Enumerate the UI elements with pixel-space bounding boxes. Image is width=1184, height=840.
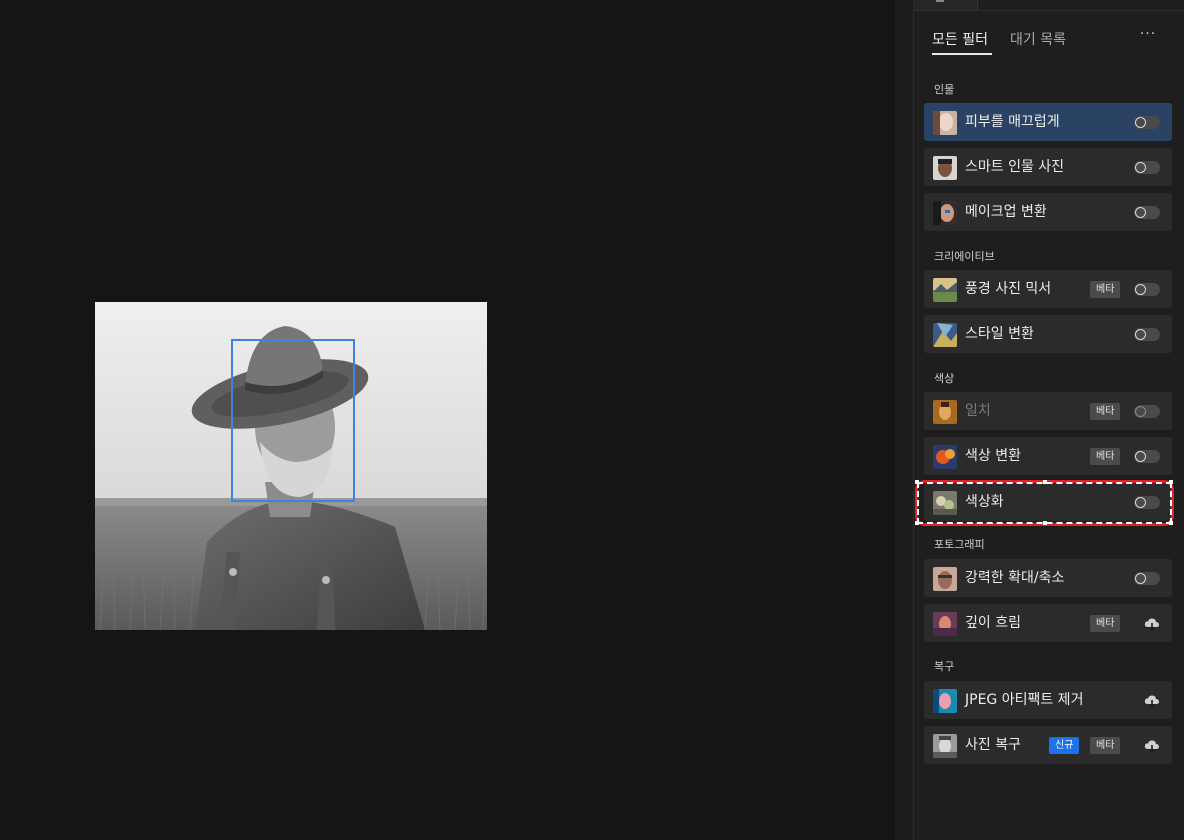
filter-row-smart-portrait[interactable]: 스마트 인물 사진 — [924, 148, 1172, 186]
marquee-handle — [1169, 521, 1173, 525]
filter-row-color-transfer[interactable]: 색상 변환 베타 — [924, 437, 1172, 475]
tab-all-filters[interactable]: 모든 필터 — [932, 31, 988, 49]
depth-blur-thumbnail — [933, 612, 957, 636]
marquee-handle — [915, 521, 919, 525]
section-label-color: 색상 — [934, 372, 955, 385]
makeup-transfer-thumbnail — [933, 201, 957, 225]
jpeg-artifacts-thumbnail — [933, 689, 957, 713]
section-label-creative: 크리에이티브 — [934, 250, 995, 263]
beta-badge: 베타 — [1090, 737, 1121, 754]
filter-row-depth-blur[interactable]: 깊이 흐림 베타 — [924, 604, 1172, 642]
smart-portrait-thumbnail — [933, 156, 957, 180]
filter-row-super-zoom[interactable]: 강력한 확대/축소 — [924, 559, 1172, 597]
panel-divider[interactable] — [895, 0, 914, 840]
filter-label: 메이크업 변환 — [965, 204, 1047, 220]
marquee-handle — [915, 480, 919, 484]
toggle-switch[interactable] — [1134, 328, 1160, 341]
new-badge: 신규 — [1049, 737, 1080, 754]
tab-active-underline — [932, 53, 992, 55]
toggle-switch[interactable] — [1134, 116, 1160, 129]
filter-label: 일치 — [965, 403, 991, 419]
section-label-portrait: 인물 — [934, 83, 955, 96]
filter-row-photo-restoration[interactable]: 사진 복구 신규 베타 — [924, 726, 1172, 764]
cloud-download-icon[interactable] — [1144, 616, 1160, 632]
skin-smoothing-thumbnail — [933, 111, 957, 135]
beta-badge: 베타 — [1090, 281, 1121, 298]
filter-label: 강력한 확대/축소 — [965, 570, 1065, 586]
filter-label: 스타일 변환 — [965, 326, 1034, 342]
style-transfer-thumbnail — [933, 323, 957, 347]
marquee-handle — [1169, 480, 1173, 484]
panel-top-tab[interactable] — [914, 0, 978, 10]
toggle-switch[interactable] — [1134, 405, 1160, 418]
filter-row-harmonization[interactable]: 일치 베타 — [924, 392, 1172, 430]
harmonization-thumbnail — [933, 400, 957, 424]
tab-wait-list[interactable]: 대기 목록 — [1010, 31, 1066, 49]
section-label-photography: 포토그래피 — [934, 538, 985, 551]
beta-badge: 베타 — [1090, 615, 1121, 632]
cloud-download-icon[interactable] — [1144, 693, 1160, 709]
toggle-switch[interactable] — [1134, 572, 1160, 585]
more-options-icon[interactable]: ··· — [1138, 27, 1158, 42]
beta-badge: 베타 — [1090, 448, 1121, 465]
filter-label: 사진 복구 — [965, 737, 1021, 753]
toggle-switch[interactable] — [1134, 283, 1160, 296]
filter-row-makeup-transfer[interactable]: 메이크업 변환 — [924, 193, 1172, 231]
landscape-mixer-thumbnail — [933, 278, 957, 302]
filter-label: JPEG 아티팩트 제거 — [965, 692, 1084, 708]
color-transfer-thumbnail — [933, 445, 957, 469]
filter-row-jpeg-artifacts-removal[interactable]: JPEG 아티팩트 제거 — [924, 681, 1172, 719]
marquee-handle — [1043, 521, 1047, 525]
neural-filters-panel: 모든 필터 대기 목록 ··· 인물 피부를 매끄럽게 스마트 인물 사진 메이… — [914, 0, 1184, 840]
filter-label: 스마트 인물 사진 — [965, 159, 1065, 175]
face-detection-box — [231, 339, 355, 502]
marquee-handle — [1043, 480, 1047, 484]
filter-row-skin-smoothing[interactable]: 피부를 매끄럽게 — [924, 103, 1172, 141]
cloud-download-icon[interactable] — [1144, 738, 1160, 754]
beta-badge: 베타 — [1090, 403, 1121, 420]
toggle-switch[interactable] — [1134, 450, 1160, 463]
filter-label: 풍경 사진 믹서 — [965, 281, 1052, 297]
photo-restoration-thumbnail — [933, 734, 957, 758]
super-zoom-thumbnail — [933, 567, 957, 591]
filter-row-landscape-mixer[interactable]: 풍경 사진 믹서 베타 — [924, 270, 1172, 308]
toggle-switch[interactable] — [1134, 206, 1160, 219]
document-canvas[interactable] — [0, 0, 895, 840]
filter-label: 피부를 매끄럽게 — [965, 114, 1060, 130]
selection-marquee — [917, 482, 1172, 524]
filter-label: 깊이 흐림 — [965, 615, 1021, 631]
filter-label: 색상 변환 — [965, 448, 1021, 464]
toggle-switch[interactable] — [1134, 161, 1160, 174]
section-label-restoration: 복구 — [934, 660, 955, 673]
filter-row-style-transfer[interactable]: 스타일 변환 — [924, 315, 1172, 353]
panel-top-strip — [914, 0, 1184, 11]
